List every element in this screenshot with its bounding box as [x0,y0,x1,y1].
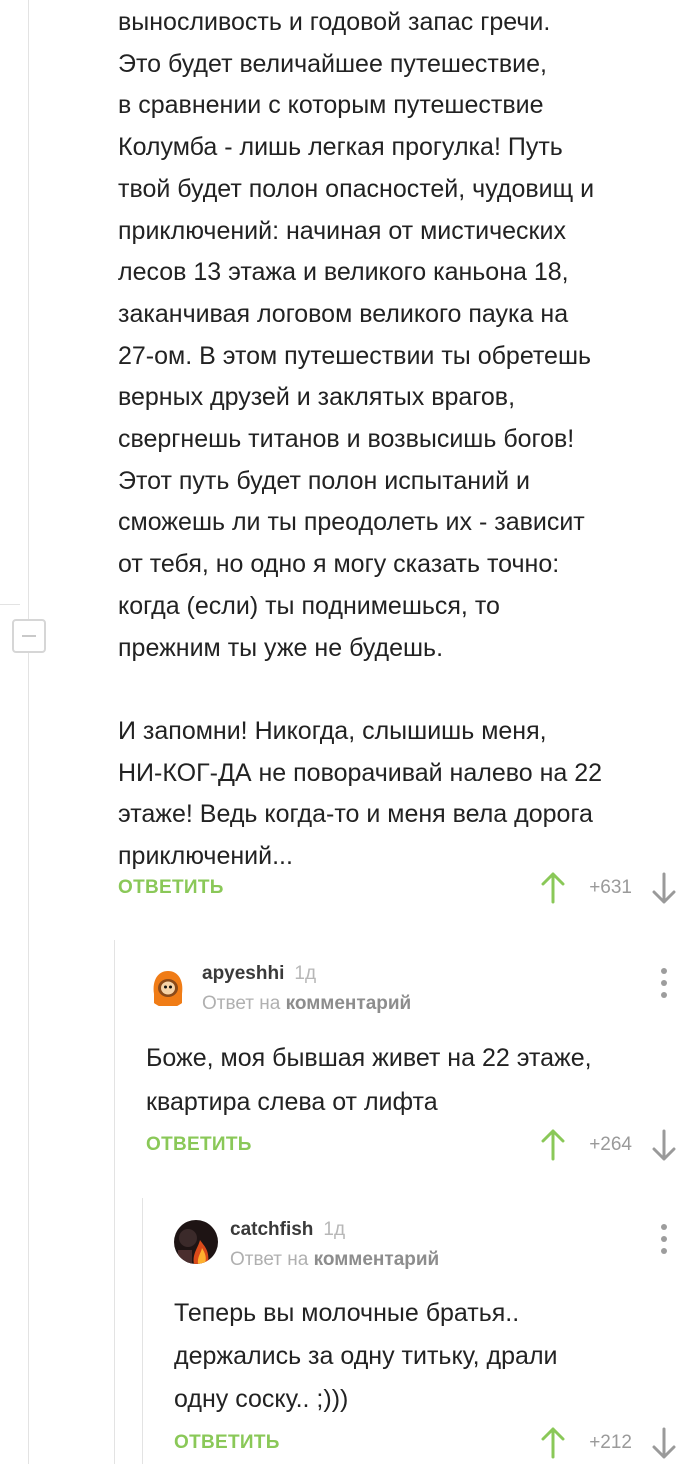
reply-prefix: Ответ на [202,993,281,1014]
rating-score: +212 [589,1432,632,1453]
thread-line [114,940,115,1464]
comment-actions: ОТВЕТИТЬ +264 [146,1125,678,1165]
comment-time: 1д [323,1219,346,1240]
author-username[interactable]: apyeshhi [202,963,284,984]
rating-score: +631 [589,877,632,898]
downvote-icon[interactable] [650,1426,678,1460]
reply-target-link[interactable]: комментарий [314,1249,440,1270]
reply-reference: Ответ на комментарий [202,993,411,1015]
comment-header: catchfish 1д Ответ на комментарий [174,1218,676,1274]
collapse-thread-button[interactable] [12,619,46,653]
more-options-icon[interactable] [660,968,668,998]
thread-line [142,1198,143,1464]
reply-button[interactable]: ОТВЕТИТЬ [174,1432,280,1454]
comment-header: apyeshhi 1д Ответ на комментарий [146,962,676,1018]
rating-score: +264 [589,1134,632,1155]
vote-controls: +631 [539,868,678,908]
upvote-icon[interactable] [539,1128,567,1162]
kenny-avatar-icon[interactable] [146,964,190,1008]
author-username[interactable]: catchfish [230,1219,313,1240]
thread-line-tick [0,604,20,605]
author-name[interactable]: apyeshhi 1д [202,963,316,985]
upvote-icon[interactable] [539,1426,567,1460]
more-options-icon[interactable] [660,1224,668,1254]
author-name[interactable]: catchfish 1д [230,1219,345,1241]
comment-text: Теперь вы молочные братья.. держались за… [174,1299,558,1413]
comment-time: 1д [294,963,317,984]
comment-text: выносливость и годовой запас гречи. Это … [118,8,603,871]
reply-reference: Ответ на комментарий [230,1249,439,1271]
fire-photo-avatar-icon[interactable] [174,1220,218,1264]
comment-actions: ОТВЕТИТЬ +631 [118,868,678,908]
reply-button[interactable]: ОТВЕТИТЬ [118,877,224,899]
vote-controls: +264 [539,1125,678,1165]
thread-line [28,0,29,1464]
comment-actions: ОТВЕТИТЬ +212 [174,1423,678,1463]
vote-controls: +212 [539,1423,678,1463]
downvote-icon[interactable] [650,871,678,905]
reply-button[interactable]: ОТВЕТИТЬ [146,1134,252,1156]
reply-target-link[interactable]: комментарий [286,993,412,1014]
reply-prefix: Ответ на [230,1249,309,1270]
upvote-icon[interactable] [539,871,567,905]
downvote-icon[interactable] [650,1128,678,1162]
comment-text: Боже, моя бывшая живет на 22 этаже, квар… [146,1044,592,1116]
